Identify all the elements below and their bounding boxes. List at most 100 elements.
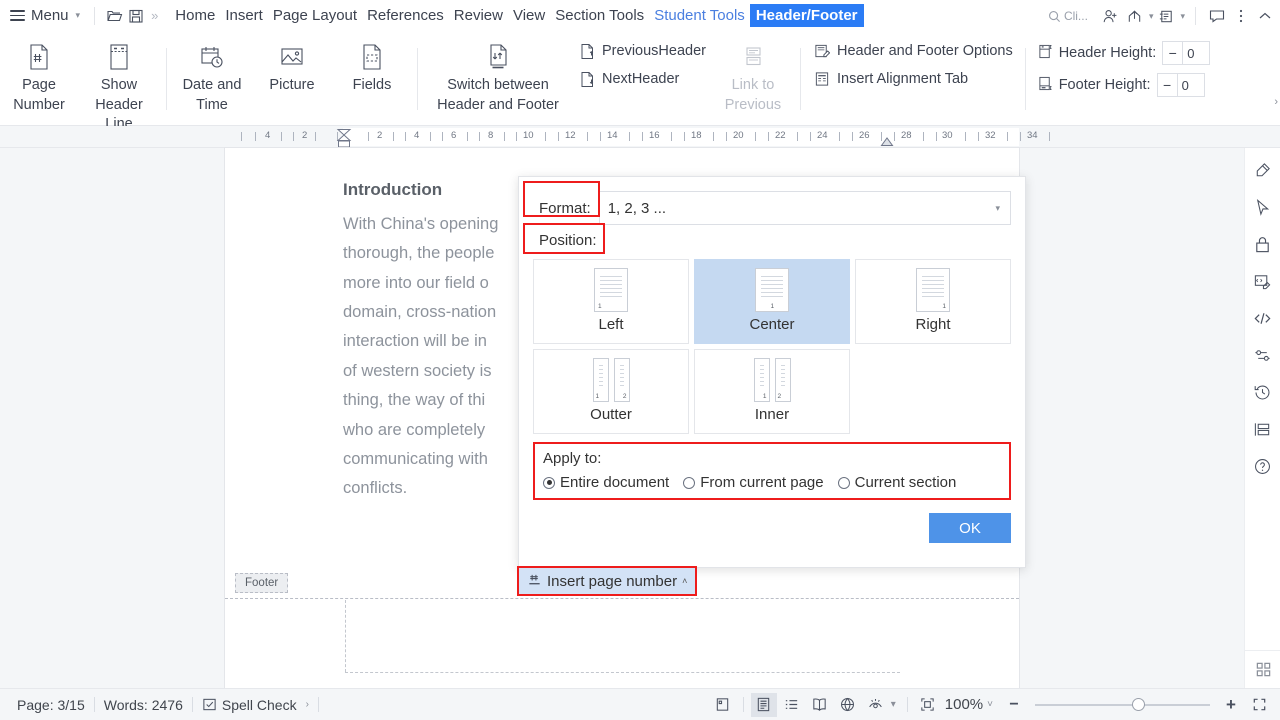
outline-icon[interactable] [779,693,805,717]
more-quick-access-icon[interactable]: » [147,8,162,23]
header-height-value[interactable]: 0 [1183,42,1209,64]
ok-button[interactable]: OK [929,513,1011,543]
position-label-right: Right [915,316,950,333]
footer-height-value[interactable]: 0 [1178,74,1204,96]
radio-from-current-page[interactable]: From current page [683,474,823,491]
footer-height-icon [1038,75,1053,96]
position-option-inner[interactable]: 1 2 Inner [694,349,850,434]
header-line-icon [107,42,131,72]
page-indicator[interactable]: Page: 3/15 [8,697,94,713]
insert-alignment-tab-button[interactable]: Insert Alignment Tab [807,66,1019,92]
zoom-in-button[interactable]: + [1218,693,1244,717]
highlighter-icon[interactable] [1251,158,1275,182]
eye-icon[interactable] [863,693,889,717]
ribbon-group-navigation: PreviousHeader NextHeader [572,32,712,92]
footer-height-decrement[interactable]: − [1158,74,1178,96]
position-option-center[interactable]: 1 Center [694,259,850,344]
header-footer-options-button[interactable]: Header and Footer Options [807,38,1019,64]
chevron-down-icon[interactable]: ▾ [891,699,896,710]
comment-icon[interactable] [1206,5,1228,27]
fields-button[interactable]: Fields [333,38,411,100]
insert-page-number-button[interactable]: Insert page number ˄ [517,566,697,596]
fullscreen-icon[interactable] [1246,693,1272,717]
history-icon[interactable] [1251,380,1275,404]
print-layout-icon[interactable] [751,693,777,717]
position-row: Position: [533,225,1011,255]
lock-icon[interactable] [1251,232,1275,256]
chevron-up-icon[interactable]: ˄ [682,576,687,586]
link-to-previous-button[interactable]: Link to Previous [712,38,794,119]
zoom-out-button[interactable]: − [1001,693,1027,717]
ruler-tick: 2 [377,130,382,141]
next-header-button[interactable]: NextHeader [572,66,712,92]
help-icon[interactable] [1251,454,1275,478]
switch-header-footer-button[interactable]: Switch between Header and Footer [424,38,572,119]
chevron-down-icon[interactable]: ▾ [1149,11,1154,22]
save-icon[interactable] [125,5,147,27]
tab-student-tools[interactable]: Student Tools [649,5,750,26]
radio-current-section[interactable]: Current section [838,474,957,491]
zoom-level[interactable]: 100% [943,696,985,713]
fields-icon [360,42,384,72]
ribbon-expand-arrow[interactable]: › [1274,96,1278,108]
format-dropdown[interactable]: 1, 2, 3 ... ▾ [599,191,1011,225]
chevron-down-icon[interactable]: ˅ [987,699,993,710]
tab-stop-marker[interactable] [880,135,894,147]
web-layout-icon[interactable] [835,693,861,717]
ruler-tick: 4 [414,130,419,141]
zoom-slider[interactable] [1035,693,1210,717]
thumbnail-page-number: 1 [771,304,775,311]
tab-home[interactable]: Home [170,5,220,26]
reading-icon[interactable] [807,693,833,717]
sliders-icon[interactable] [1251,343,1275,367]
panels-icon[interactable] [1251,417,1275,441]
tab-review[interactable]: Review [449,5,508,26]
search-input[interactable]: Cli... [1048,9,1088,23]
date-and-time-button[interactable]: Date and Time [173,38,251,119]
collaborate-icon[interactable] [1155,5,1177,27]
tab-header-footer[interactable]: Header/Footer [750,4,864,27]
page-thumbnail-center: 1 [755,268,789,312]
main-menu-button[interactable]: Menu ▾ [0,7,86,24]
open-folder-icon[interactable] [103,5,125,27]
ruler-tick: 34 [1027,130,1038,141]
grid-apps-button[interactable] [1245,650,1280,678]
more-options-icon[interactable] [1230,5,1252,27]
tab-insert[interactable]: Insert [220,5,268,26]
position-option-outter[interactable]: 1 2 Outter [533,349,689,434]
chevron-down-icon[interactable]: ▾ [1180,11,1185,22]
spell-check-button[interactable]: Spell Check › [193,697,318,713]
show-header-line-button[interactable]: Show Header Line [78,38,160,139]
edit-code-icon[interactable] [1251,269,1275,293]
page-number-dialog[interactable]: Format: 1, 2, 3 ... ▾ Position: 1 Left 1 [518,176,1026,568]
share-icon[interactable] [1124,5,1146,27]
add-user-icon[interactable] [1100,5,1122,27]
apply-to-radio-group: Entire document From current page Curren… [543,474,1001,491]
previous-header-button[interactable]: PreviousHeader [572,38,712,64]
position-option-left[interactable]: 1 Left [533,259,689,344]
footer-height-stepper[interactable]: − 0 [1157,73,1205,97]
chevron-right-icon[interactable]: › [306,699,309,710]
cursor-select-icon[interactable] [1251,195,1275,219]
header-height-stepper[interactable]: − 0 [1162,41,1210,65]
ruler-tick: 4 [265,130,270,141]
page-number-button[interactable]: Page Number [0,38,78,119]
picture-button[interactable]: Picture [251,38,333,100]
right-tool-sidebar [1244,148,1280,688]
tab-page-layout[interactable]: Page Layout [268,5,362,26]
zoom-slider-knob[interactable] [1132,698,1145,711]
tab-section-tools[interactable]: Section Tools [550,5,649,26]
header-height-decrement[interactable]: − [1163,42,1183,64]
collapse-ribbon-icon[interactable] [1254,5,1276,27]
tab-view[interactable]: View [508,5,550,26]
code-brackets-icon[interactable] [1251,306,1275,330]
word-count[interactable]: Words: 2476 [95,697,192,713]
ruler-tick: 10 [523,130,534,141]
radio-entire-document[interactable]: Entire document [543,474,669,491]
horizontal-ruler[interactable]: 4 2 2 4 6 8 10 12 14 16 18 20 22 [0,126,1280,148]
position-option-right[interactable]: 1 Right [855,259,1011,344]
first-line-indent-marker[interactable] [336,128,352,148]
tab-references[interactable]: References [362,5,449,26]
fit-page-icon[interactable] [915,693,941,717]
page-count-icon[interactable] [710,693,736,717]
